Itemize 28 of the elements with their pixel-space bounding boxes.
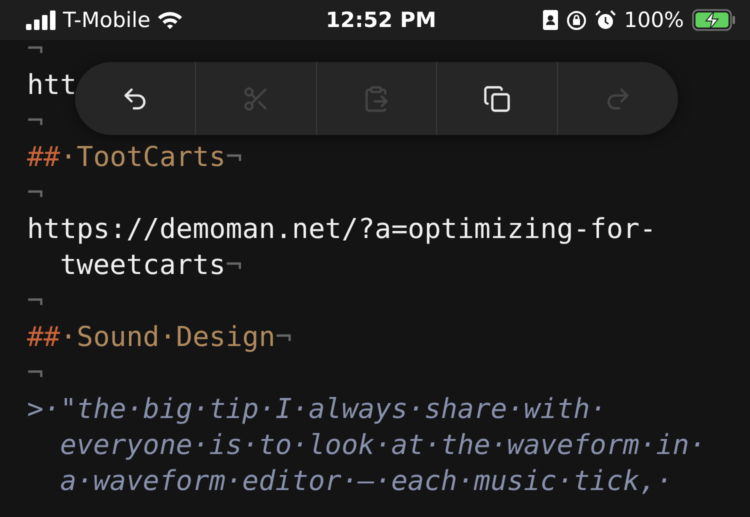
text-line: tweetcarts bbox=[60, 248, 226, 283]
quote-marker: > bbox=[27, 392, 44, 427]
line-end-mark: ¬ bbox=[27, 32, 44, 67]
line-end-mark: ¬ bbox=[226, 248, 242, 283]
quote-text: a·waveform·editor·—·each·music·tick,· bbox=[60, 464, 673, 499]
signal-icon bbox=[26, 10, 56, 30]
line-end-mark: ¬ bbox=[27, 356, 44, 391]
line-end-mark: ¬ bbox=[27, 104, 44, 139]
text-line: https://demoman.net/?a=optimizing-for- bbox=[27, 212, 656, 247]
heading-marker: ## bbox=[27, 140, 60, 175]
rotation-lock-icon bbox=[566, 10, 587, 30]
line-end-mark: ¬ bbox=[27, 284, 44, 319]
contact-card-icon bbox=[542, 10, 558, 30]
heading-marker: ## bbox=[27, 320, 60, 355]
alarm-clock-icon bbox=[594, 10, 616, 30]
copy-icon bbox=[483, 84, 512, 112]
quote-text: everyone·is·to·look·at·the·waveform·in· bbox=[60, 428, 706, 463]
line-end-mark: ¬ bbox=[27, 176, 44, 211]
heading-text: ·TootCarts bbox=[60, 140, 226, 175]
wifi-icon bbox=[157, 10, 184, 30]
line-end-mark: ¬ bbox=[226, 140, 242, 175]
quote-text: ·"the·big·tip·I·always·share·with· bbox=[44, 392, 606, 427]
carrier-name: T-Mobile bbox=[63, 8, 150, 32]
battery-percentage: 100% bbox=[624, 8, 684, 32]
text-line: htt bbox=[27, 68, 77, 103]
line-end-mark: ¬ bbox=[275, 320, 292, 355]
heading-text: ·Sound·Design bbox=[60, 320, 276, 355]
clock-time: 12:52 PM bbox=[326, 8, 436, 32]
